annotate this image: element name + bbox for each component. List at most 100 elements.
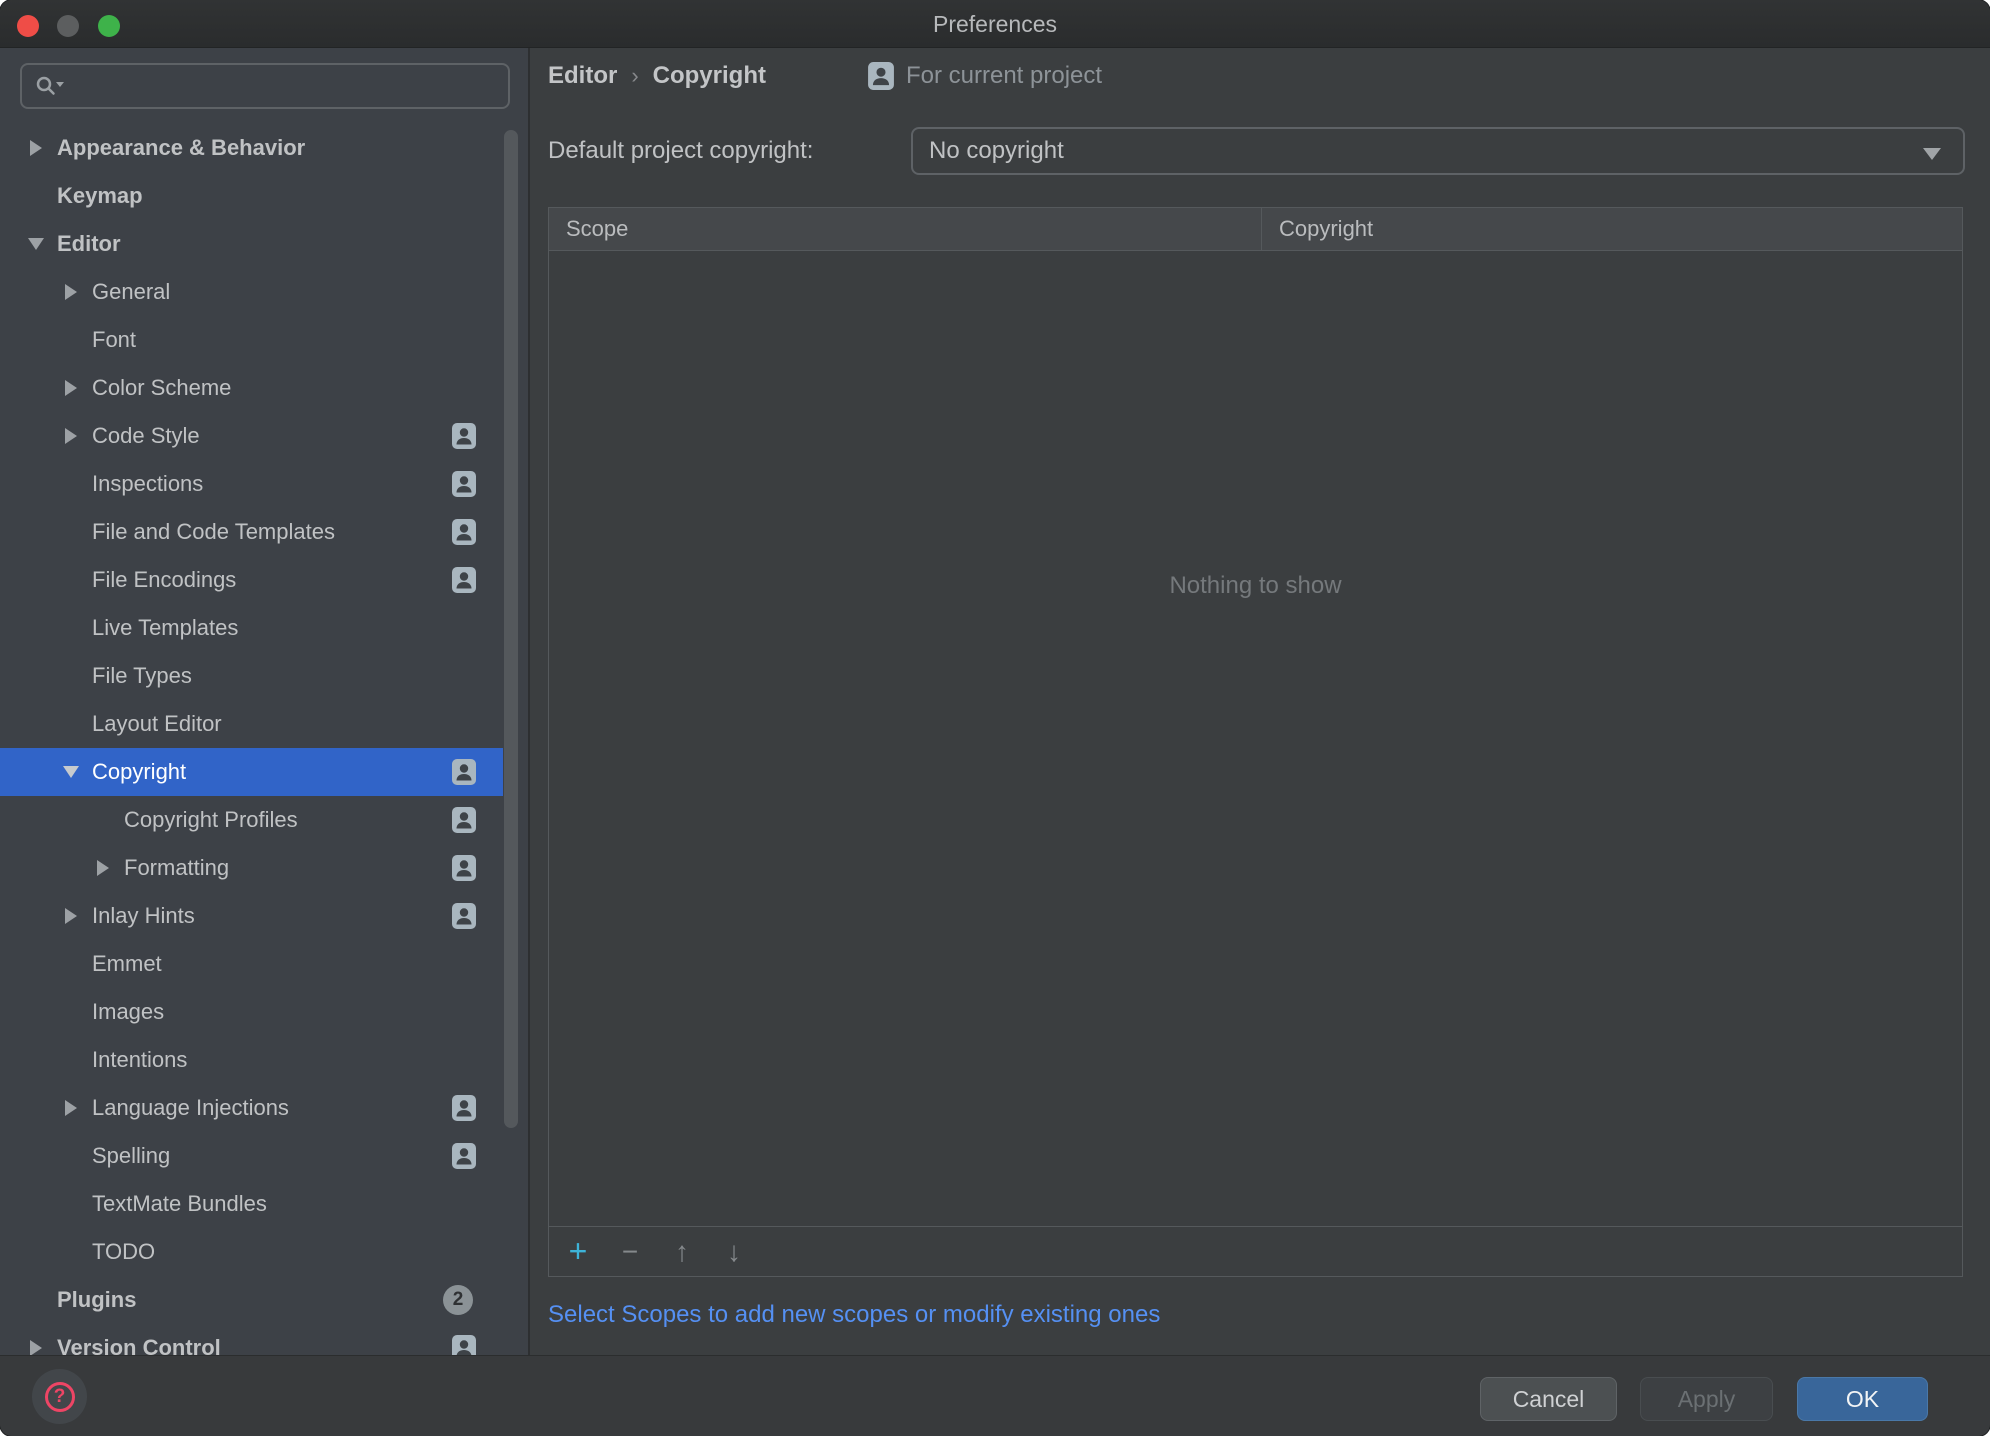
sidebar-item-label: Emmet [92, 951, 162, 977]
plugins-count-badge: 2 [443, 1285, 473, 1315]
chevron-collapsed-icon[interactable] [59, 1100, 83, 1116]
sidebar-item-appearance-behavior[interactable]: Appearance & Behavior [0, 124, 528, 172]
sidebar-item-label: Intentions [92, 1047, 187, 1073]
sidebar-item-label: Appearance & Behavior [57, 135, 305, 161]
per-project-icon [452, 759, 476, 785]
sidebar-item-images[interactable]: Images [0, 988, 528, 1036]
apply-button[interactable]: Apply [1640, 1377, 1773, 1421]
breadcrumb: Editor › Copyright For current project [548, 48, 1102, 104]
search-input[interactable] [68, 65, 508, 107]
sidebar-item-label: Formatting [124, 855, 229, 881]
chevron-collapsed-icon[interactable] [24, 1340, 48, 1355]
sidebar-item-general[interactable]: General [0, 268, 528, 316]
breadcrumb-separator-icon: › [631, 63, 638, 89]
sidebar-item-label: File Encodings [92, 567, 236, 593]
per-project-icon [452, 1143, 476, 1169]
sidebar-item-emmet[interactable]: Emmet [0, 940, 528, 988]
chevron-collapsed-icon[interactable] [24, 140, 48, 156]
arrow-down-icon: ↓ [727, 1236, 741, 1268]
sidebar-item-editor[interactable]: Editor [0, 220, 528, 268]
default-copyright-label: Default project copyright: [548, 137, 911, 165]
sidebar-item-label: TextMate Bundles [92, 1191, 267, 1217]
default-copyright-select[interactable]: No copyright [911, 127, 1965, 175]
sidebar-item-label: TODO [92, 1239, 155, 1265]
chevron-collapsed-icon[interactable] [59, 428, 83, 444]
sidebar-item-label: Copyright [92, 759, 186, 785]
cancel-button[interactable]: Cancel [1480, 1377, 1617, 1421]
sidebar-item-label: File Types [92, 663, 192, 689]
sidebar-item-label: File and Code Templates [92, 519, 335, 545]
sidebar-item-label: Font [92, 327, 136, 353]
sidebar-item-label: Inlay Hints [92, 903, 195, 929]
sidebar-item-spelling[interactable]: Spelling [0, 1132, 528, 1180]
remove-scope-button[interactable]: − [613, 1235, 647, 1269]
help-button[interactable]: ? [32, 1369, 87, 1424]
sidebar-item-label: Keymap [57, 183, 143, 209]
chevron-collapsed-icon[interactable] [59, 284, 83, 300]
move-down-button[interactable]: ↓ [717, 1235, 751, 1269]
remove-icon: − [622, 1236, 638, 1268]
chevron-collapsed-icon[interactable] [59, 380, 83, 396]
column-divider[interactable] [1261, 208, 1262, 251]
chevron-expanded-icon[interactable] [59, 766, 83, 778]
default-copyright-row: Default project copyright: No copyright [548, 127, 1965, 175]
sidebar-item-live-templates[interactable]: Live Templates [0, 604, 528, 652]
per-project-icon [452, 423, 476, 449]
sidebar-item-file-encodings[interactable]: File Encodings [0, 556, 528, 604]
sidebar-item-code-style[interactable]: Code Style [0, 412, 528, 460]
chevron-collapsed-icon[interactable] [91, 860, 115, 876]
sidebar-item-inlay-hints[interactable]: Inlay Hints [0, 892, 528, 940]
sidebar-item-font[interactable]: Font [0, 316, 528, 364]
sidebar-item-intentions[interactable]: Intentions [0, 1036, 528, 1084]
chevron-collapsed-icon[interactable] [59, 908, 83, 924]
column-header-copyright[interactable]: Copyright [1261, 216, 1373, 242]
for-current-project-note: For current project [868, 62, 1102, 90]
add-scope-button[interactable]: + [561, 1235, 595, 1269]
sidebar-item-label: Code Style [92, 423, 200, 449]
arrow-up-icon: ↑ [675, 1236, 689, 1268]
sidebar-item-copyright[interactable]: Copyright [0, 748, 503, 796]
sidebar-item-version-control[interactable]: Version Control [0, 1324, 528, 1355]
sidebar-item-copyright-profiles[interactable]: Copyright Profiles [0, 796, 528, 844]
sidebar-item-inspections[interactable]: Inspections [0, 460, 528, 508]
chevron-down-icon [1923, 148, 1941, 160]
sidebar-item-formatting[interactable]: Formatting [0, 844, 528, 892]
sidebar-item-label: Images [92, 999, 164, 1025]
per-project-icon [452, 567, 476, 593]
sidebar-item-language-injections[interactable]: Language Injections [0, 1084, 528, 1132]
settings-tree: Appearance & Behavior Keymap Editor General… [0, 124, 528, 1355]
move-up-button[interactable]: ↑ [665, 1235, 699, 1269]
sidebar-item-layout-editor[interactable]: Layout Editor [0, 700, 528, 748]
sidebar-item-label: Live Templates [92, 615, 238, 641]
search-field[interactable] [20, 63, 510, 109]
breadcrumb-current: Copyright [653, 62, 766, 90]
per-project-icon [452, 807, 476, 833]
default-copyright-value: No copyright [929, 137, 1064, 165]
sidebar-item-label: Inspections [92, 471, 203, 497]
sidebar-item-todo[interactable]: TODO [0, 1228, 528, 1276]
sidebar-item-plugins[interactable]: Plugins 2 [0, 1276, 528, 1324]
column-header-scope[interactable]: Scope [549, 216, 1261, 242]
window-title: Preferences [0, 0, 1990, 48]
footer-bar: ? Cancel Apply OK [0, 1355, 1990, 1436]
per-project-icon [452, 855, 476, 881]
sidebar-item-keymap[interactable]: Keymap [0, 172, 528, 220]
scopes-table-header: Scope Copyright [549, 208, 1962, 251]
sidebar-item-label: Language Injections [92, 1095, 289, 1121]
sidebar-item-file-types[interactable]: File Types [0, 652, 528, 700]
sidebar-item-label: General [92, 279, 170, 305]
sidebar-scrollbar-thumb[interactable] [504, 130, 518, 1128]
sidebar-item-textmate-bundles[interactable]: TextMate Bundles [0, 1180, 528, 1228]
scopes-toolbar: + − ↑ ↓ [549, 1226, 1962, 1276]
sidebar-item-file-and-code-templates[interactable]: File and Code Templates [0, 508, 528, 556]
sidebar-item-label: Spelling [92, 1143, 170, 1169]
settings-content: Editor › Copyright For current project D… [532, 48, 1990, 1355]
breadcrumb-parent[interactable]: Editor [548, 62, 617, 90]
sidebar-item-label: Plugins [57, 1287, 136, 1313]
sidebar-item-label: Editor [57, 231, 121, 257]
select-scopes-link[interactable]: Select Scopes to add new scopes or modif… [548, 1295, 1160, 1335]
chevron-expanded-icon[interactable] [24, 238, 48, 250]
sidebar-item-color-scheme[interactable]: Color Scheme [0, 364, 528, 412]
ok-button[interactable]: OK [1797, 1377, 1928, 1421]
search-options-arrow-icon [56, 82, 64, 87]
